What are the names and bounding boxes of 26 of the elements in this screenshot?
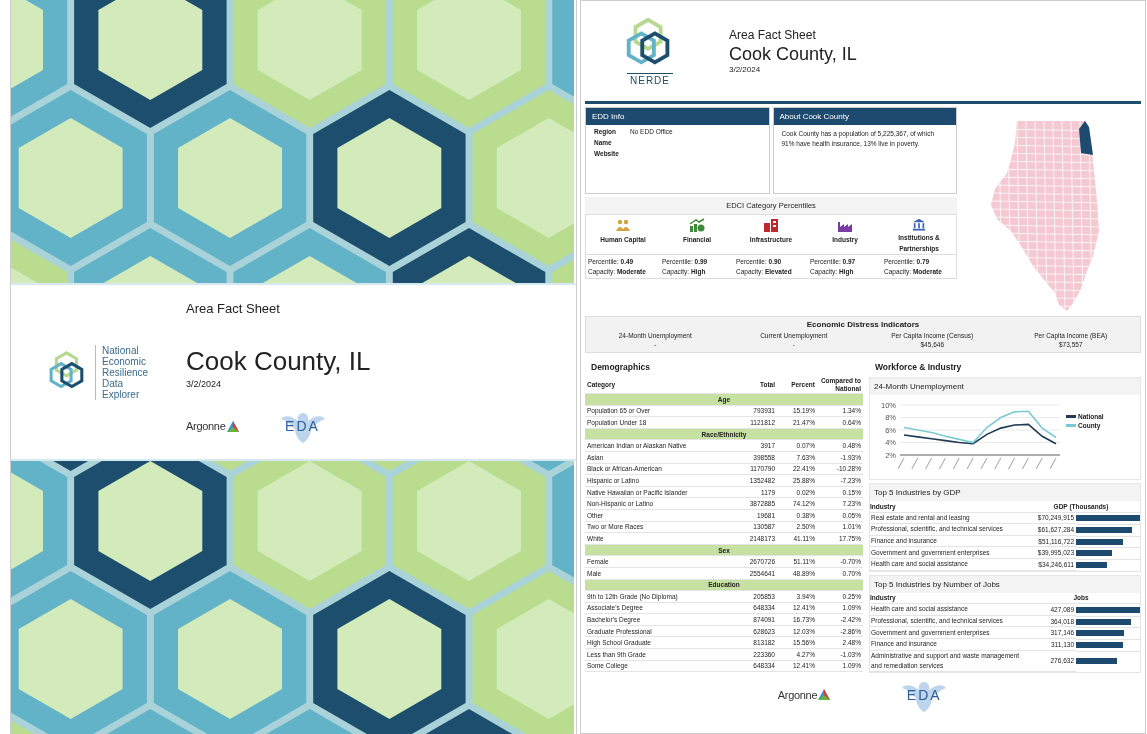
- date-text: 3/2/2024: [186, 379, 223, 389]
- county-title: Cook County, IL: [729, 44, 857, 65]
- triangle-logo-icon: [818, 689, 831, 701]
- section-header: Demographics: [590, 361, 652, 374]
- argonne-logo-text: Argonne: [186, 420, 226, 432]
- triangle-logo-icon: [226, 420, 239, 432]
- logo-text: Explorer: [102, 388, 141, 400]
- logo-text: National: [102, 344, 140, 356]
- section-header: Workforce & Industry: [874, 361, 963, 374]
- panel-title: Top 5 Industries by GDP: [870, 484, 1140, 501]
- logo-text: Data: [102, 377, 125, 389]
- document-title: Area Fact Sheet: [186, 301, 281, 316]
- section-header: Economic Distress Indicators: [805, 320, 921, 329]
- panel-title: 24-Month Unemployment: [870, 378, 1140, 395]
- county-title: Cook County, IL: [186, 346, 371, 377]
- logo-text: NERDE: [627, 73, 673, 86]
- document-title: Area Fact Sheet: [729, 28, 817, 42]
- date-text: 3/2/2024: [729, 65, 762, 74]
- logo-text: Resilience: [102, 366, 149, 378]
- eda-logo-text: EDA: [285, 418, 320, 434]
- panel-title: Top 5 Industries by Number of Jobs: [870, 575, 1140, 593]
- card-header: EDD Info: [586, 108, 769, 125]
- logo-text: Economic: [102, 355, 147, 367]
- argonne-logo-text: Argonne: [777, 688, 818, 701]
- eda-logo-text: EDA: [906, 686, 942, 703]
- card-header: About Cook County: [773, 108, 956, 125]
